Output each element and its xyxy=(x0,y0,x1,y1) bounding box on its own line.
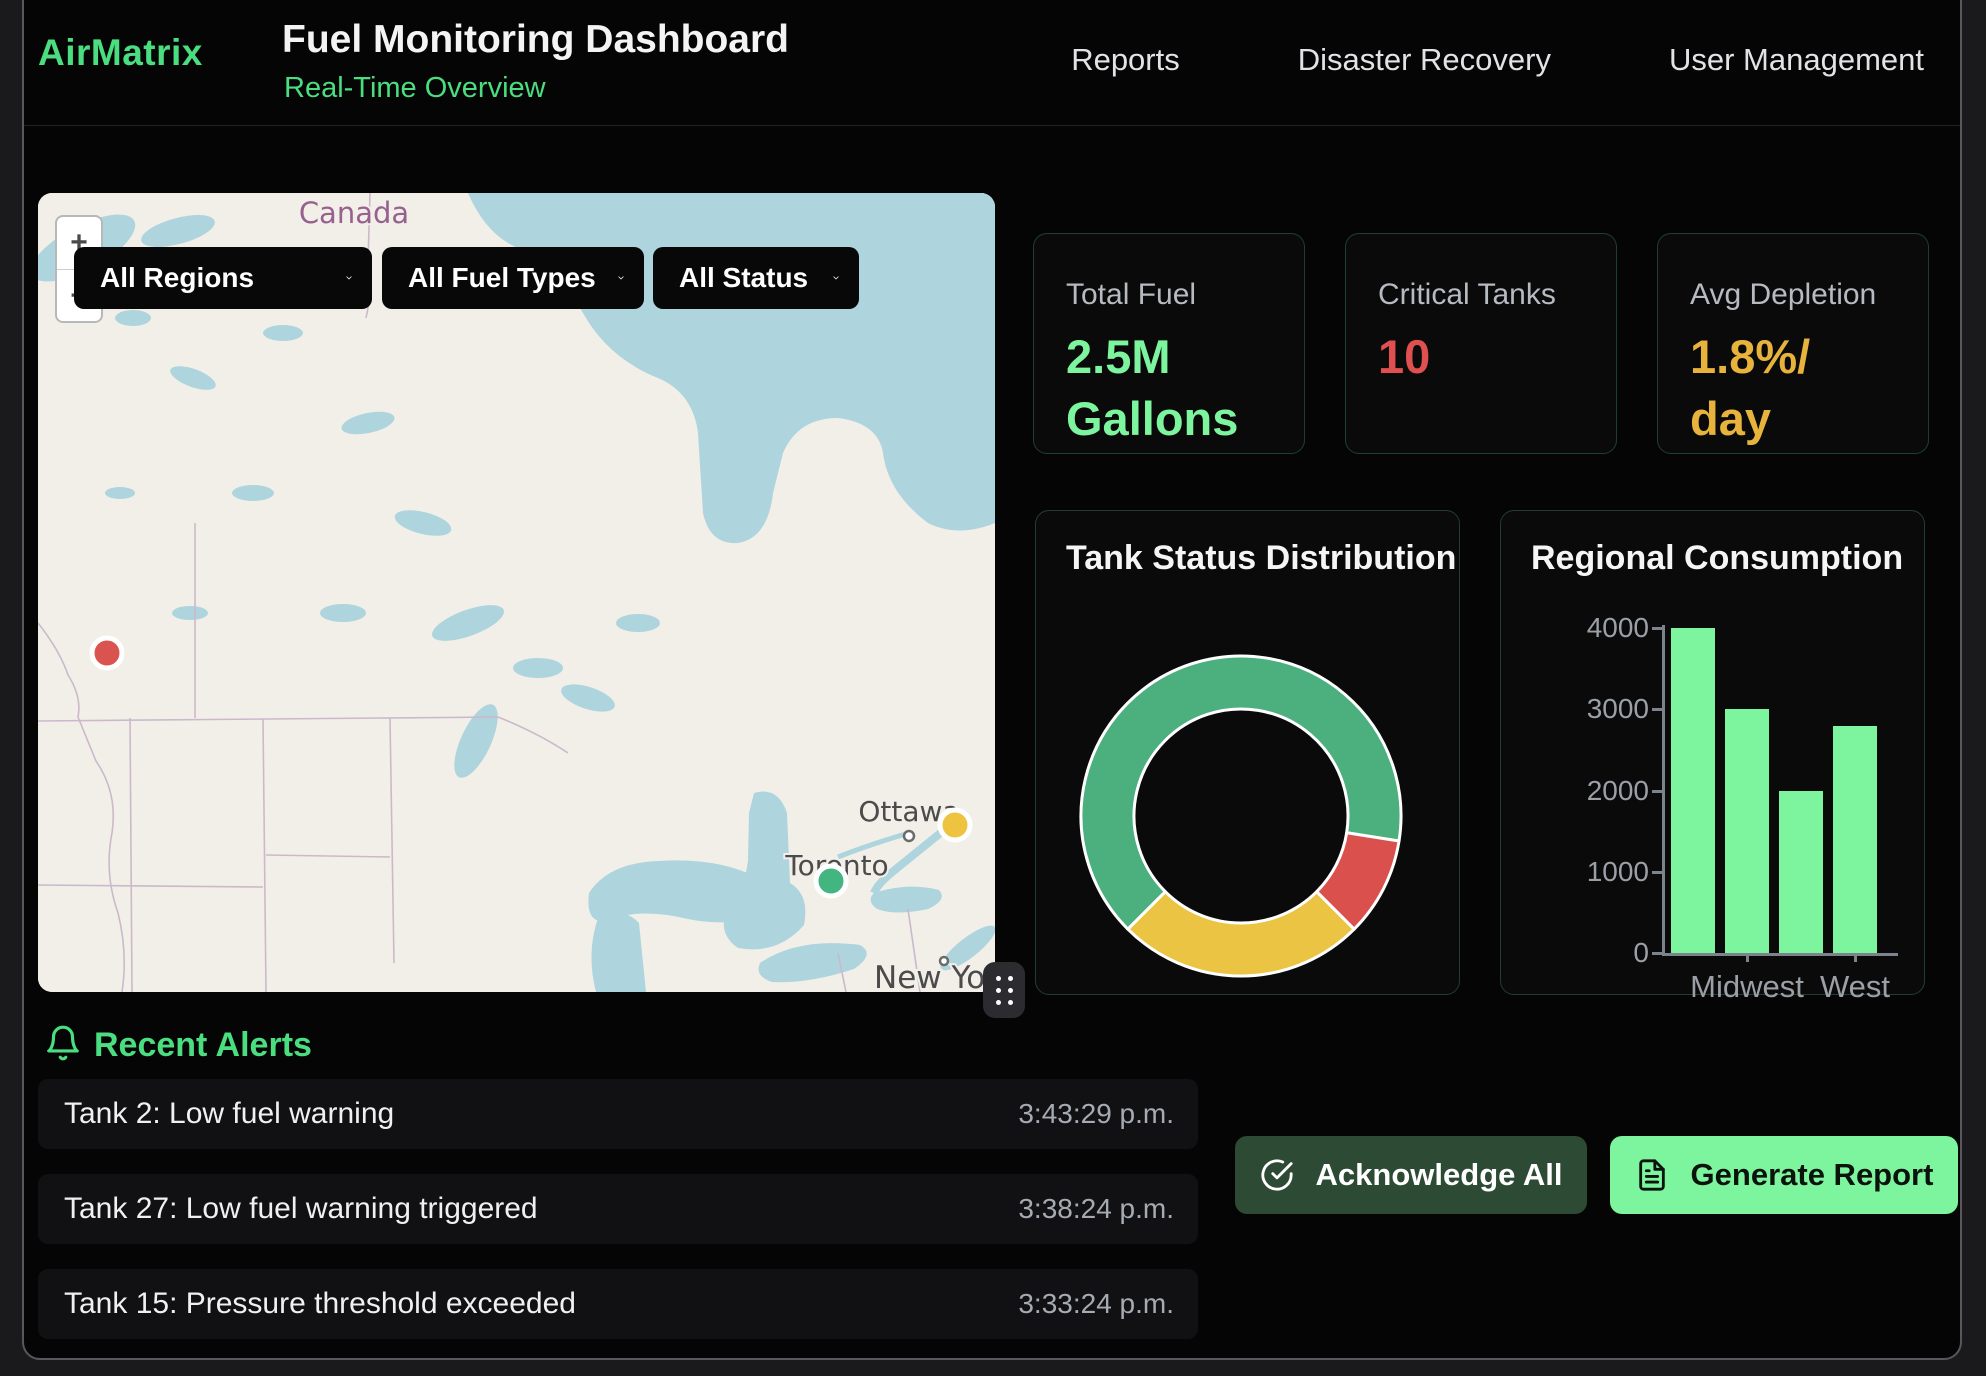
stat-card-critical-tanks: Critical Tanks 10 xyxy=(1345,233,1617,454)
x-tick-mark xyxy=(1746,953,1749,962)
header-divider xyxy=(24,125,1960,126)
alert-message: Tank 27: Low fuel warning triggered xyxy=(64,1192,538,1226)
filter-regions-dropdown[interactable]: All Regions xyxy=(74,247,372,309)
stat-label: Avg Depletion xyxy=(1690,278,1898,312)
x-tick-label: Midwest xyxy=(1690,969,1804,1005)
y-tick-label: 4000 xyxy=(1529,612,1649,644)
stat-card-avg-depletion: Avg Depletion 1.8%/ day xyxy=(1657,233,1929,454)
stat-card-total-fuel: Total Fuel 2.5M Gallons xyxy=(1033,233,1305,454)
stat-value: 10 xyxy=(1378,326,1586,388)
page-title: Fuel Monitoring Dashboard xyxy=(282,18,789,62)
tank-status-chart-card: Tank Status Distribution xyxy=(1035,510,1460,995)
y-tick-mark xyxy=(1652,871,1663,874)
nav-reports[interactable]: Reports xyxy=(1071,42,1180,78)
donut-segment-warning xyxy=(1128,892,1354,976)
bell-icon xyxy=(44,1024,82,1062)
fuel-map[interactable]: Canada Ottawa Toronto New York xyxy=(38,193,995,992)
brand-logo: AirMatrix xyxy=(38,32,203,74)
alert-message: Tank 2: Low fuel warning xyxy=(64,1097,394,1131)
chevron-down-icon xyxy=(600,270,624,286)
y-tick-label: 2000 xyxy=(1529,775,1649,807)
y-tick-mark xyxy=(1652,627,1663,630)
y-tick-label: 1000 xyxy=(1529,856,1649,888)
page-subtitle: Real-Time Overview xyxy=(284,72,546,105)
alert-row[interactable]: Tank 2: Low fuel warning 3:43:29 p.m. xyxy=(38,1079,1198,1149)
chevron-down-icon xyxy=(328,270,352,286)
acknowledge-all-label: Acknowledge All xyxy=(1316,1157,1563,1193)
generate-report-button[interactable]: Generate Report xyxy=(1610,1136,1958,1214)
bar-region-3 xyxy=(1779,791,1823,954)
alert-row[interactable]: Tank 27: Low fuel warning triggered 3:38… xyxy=(38,1174,1198,1244)
y-tick-mark xyxy=(1652,708,1663,711)
x-axis-line xyxy=(1662,953,1898,956)
bar-chart: 01000200030004000MidwestWest xyxy=(1501,511,1926,996)
y-tick-mark xyxy=(1652,790,1663,793)
map-marker-critical[interactable] xyxy=(92,638,122,668)
map-geography: Canada Ottawa Toronto New York xyxy=(38,193,995,992)
filter-fuel-types-label: All Fuel Types xyxy=(408,262,596,294)
check-circle-icon xyxy=(1260,1158,1294,1192)
x-tick-mark xyxy=(1854,953,1857,962)
alert-timestamp: 3:33:24 p.m. xyxy=(1018,1288,1174,1320)
stat-label: Total Fuel xyxy=(1066,278,1274,312)
filter-fuel-types-dropdown[interactable]: All Fuel Types xyxy=(382,247,644,309)
y-tick-mark xyxy=(1652,952,1663,955)
dashboard: AirMatrix Fuel Monitoring Dashboard Real… xyxy=(0,0,1986,1376)
stat-value: 2.5M Gallons xyxy=(1066,326,1274,450)
bar-Midwest xyxy=(1725,709,1769,953)
map-drag-handle-icon[interactable] xyxy=(983,962,1025,1018)
regional-consumption-chart-card: Regional Consumption 01000200030004000Mi… xyxy=(1500,510,1925,995)
chevron-down-icon xyxy=(815,270,839,286)
chart-title: Tank Status Distribution xyxy=(1066,539,1456,578)
nav-disaster-recovery[interactable]: Disaster Recovery xyxy=(1298,42,1551,78)
map-marker-warning[interactable] xyxy=(940,810,970,840)
acknowledge-all-button[interactable]: Acknowledge All xyxy=(1235,1136,1587,1214)
stat-value: 1.8%/ day xyxy=(1690,326,1898,450)
bar-region-1 xyxy=(1671,628,1715,953)
filter-status-dropdown[interactable]: All Status xyxy=(653,247,859,309)
alerts-heading: Recent Alerts xyxy=(94,1026,312,1065)
top-nav: Reports Disaster Recovery User Managemen… xyxy=(1071,42,1924,78)
alert-timestamp: 3:43:29 p.m. xyxy=(1018,1098,1174,1130)
y-tick-label: 3000 xyxy=(1529,693,1649,725)
map-label-city-new-york: New York xyxy=(874,960,995,992)
map-marker-normal[interactable] xyxy=(816,866,846,896)
map-label-country: Canada xyxy=(299,196,409,230)
file-text-icon xyxy=(1635,1158,1669,1192)
generate-report-label: Generate Report xyxy=(1691,1157,1934,1193)
x-tick-label: West xyxy=(1820,969,1890,1005)
filter-regions-label: All Regions xyxy=(100,262,254,294)
y-tick-label: 0 xyxy=(1529,937,1649,969)
donut-chart xyxy=(1036,511,1461,996)
alert-message: Tank 15: Pressure threshold exceeded xyxy=(64,1287,576,1321)
bar-West xyxy=(1833,726,1877,954)
nav-user-management[interactable]: User Management xyxy=(1669,42,1924,78)
alert-row[interactable]: Tank 15: Pressure threshold exceeded 3:3… xyxy=(38,1269,1198,1339)
filter-status-label: All Status xyxy=(679,262,808,294)
stat-label: Critical Tanks xyxy=(1378,278,1586,312)
alert-timestamp: 3:38:24 p.m. xyxy=(1018,1193,1174,1225)
